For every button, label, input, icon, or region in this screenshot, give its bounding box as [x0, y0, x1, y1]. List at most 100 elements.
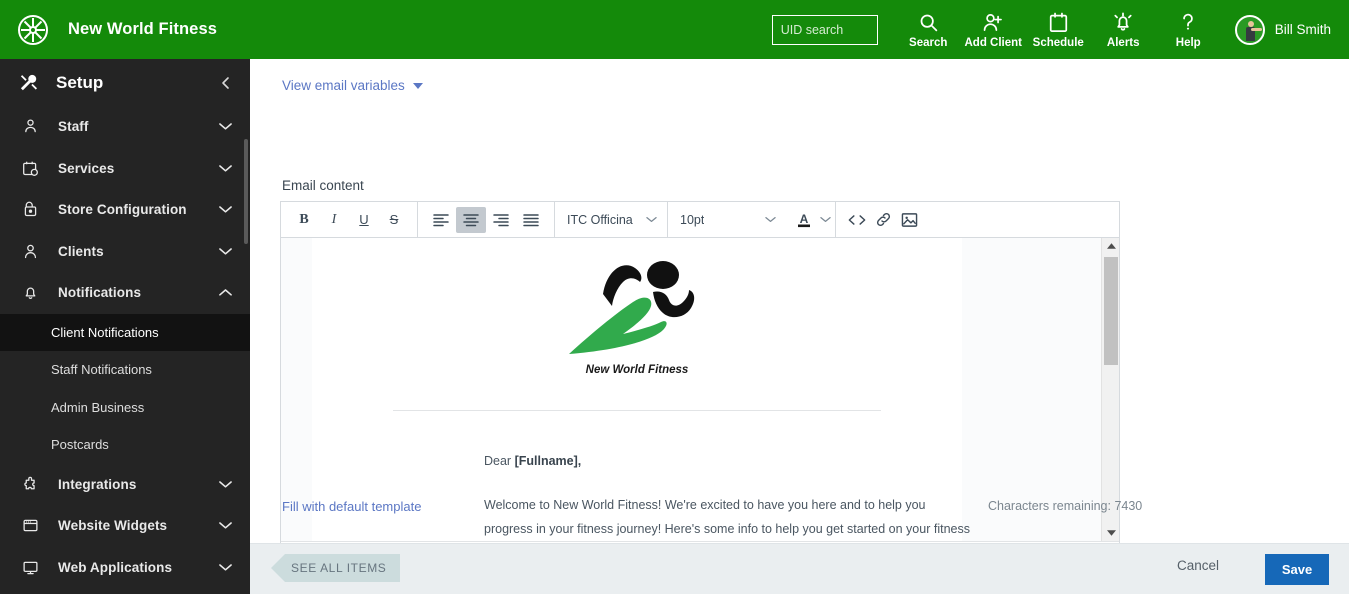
bell-ring-icon: [1112, 10, 1134, 34]
sidebar-item-services[interactable]: Services: [0, 148, 250, 190]
code-brackets-icon: [848, 213, 866, 227]
app-header: New World Fitness Search Add Client: [0, 0, 1349, 59]
scrollbar-thumb[interactable]: [1104, 257, 1118, 365]
toolbar-divider: [835, 201, 836, 238]
person-icon: [22, 243, 42, 260]
bold-label: B: [299, 211, 309, 227]
sidebar-item-staff[interactable]: Staff: [0, 106, 250, 148]
email-paragraph: Welcome to New World Fitness! We're exci…: [484, 498, 970, 536]
editor-vertical-scrollbar[interactable]: [1101, 238, 1119, 541]
cancel-button[interactable]: Cancel: [1177, 558, 1219, 573]
font-size-value: 10pt: [680, 212, 705, 227]
chevron-down-icon: [820, 216, 831, 223]
sidebar-item-web-applications[interactable]: Web Applications: [0, 547, 250, 589]
bold-button[interactable]: B: [289, 207, 319, 233]
main-content: View email variables Email content B I U…: [250, 59, 1349, 594]
align-left-button[interactable]: [426, 207, 456, 233]
monitor-icon: [22, 559, 42, 576]
header-schedule-button[interactable]: Schedule: [1026, 5, 1091, 55]
email-greeting: Dear [Fullname],: [484, 449, 972, 473]
sidebar-subitem-client-notifications[interactable]: Client Notifications: [0, 313, 250, 351]
chevron-down-icon: [219, 480, 232, 489]
calendar-icon: [1049, 10, 1068, 34]
page-gutter-right: [962, 238, 1101, 541]
italic-label: I: [331, 211, 337, 227]
svg-text:A: A: [800, 212, 809, 226]
sidebar-subitem-postcards[interactable]: Postcards: [0, 426, 250, 464]
header-help-button[interactable]: Help: [1156, 5, 1221, 55]
sidebar: Setup Staff Services Store Configuration…: [0, 59, 250, 594]
people-icon: [22, 118, 42, 135]
sidebar-scrollbar[interactable]: [244, 139, 248, 244]
user-menu[interactable]: Bill Smith: [1234, 14, 1331, 45]
header-alerts-label: Alerts: [1106, 37, 1140, 49]
underline-button[interactable]: U: [349, 207, 379, 233]
fill-with-default-template-link[interactable]: Fill with default template: [282, 499, 421, 514]
header-add-client-button[interactable]: Add Client: [961, 5, 1026, 55]
chevron-down-icon: [219, 521, 232, 530]
text-color-button[interactable]: A: [786, 211, 835, 229]
sidebar-item-label: Integrations: [58, 476, 137, 492]
email-page: New World Fitness Dear [Fullname], Welco…: [312, 238, 970, 541]
view-email-variables-label: View email variables: [282, 78, 405, 93]
see-all-items-button[interactable]: SEE ALL ITEMS: [271, 554, 401, 582]
sidebar-subitem-staff-notifications[interactable]: Staff Notifications: [0, 351, 250, 389]
person-plus-icon: [982, 10, 1004, 34]
underline-label: U: [359, 212, 369, 227]
image-icon: [901, 212, 918, 228]
brand-title: New World Fitness: [68, 20, 217, 38]
font-family-value: ITC Officina S...: [567, 212, 634, 227]
sidebar-subitem-admin-business[interactable]: Admin Business: [0, 389, 250, 427]
font-size-select[interactable]: 10pt: [668, 202, 786, 238]
font-family-select[interactable]: ITC Officina S...: [555, 202, 667, 238]
save-button[interactable]: Save: [1265, 554, 1329, 585]
puzzle-icon: [22, 476, 42, 493]
chevron-down-icon: [219, 563, 232, 572]
scroll-up-arrow-icon[interactable]: [1102, 238, 1120, 254]
chevron-down-icon: [219, 247, 232, 256]
italic-button[interactable]: I: [319, 207, 349, 233]
strikethrough-label: S: [389, 212, 399, 227]
align-center-icon: [463, 213, 479, 227]
sidebar-title: Setup: [56, 72, 104, 92]
source-code-button[interactable]: [844, 207, 870, 233]
brand-block[interactable]: New World Fitness: [0, 14, 310, 45]
chevron-down-icon: [219, 164, 232, 173]
chevron-down-icon: [219, 122, 232, 131]
scroll-down-arrow-icon[interactable]: [1102, 525, 1120, 541]
sidebar-item-label: Services: [58, 160, 115, 176]
sidebar-item-label: Website Widgets: [58, 518, 168, 534]
sidebar-item-clients[interactable]: Clients: [0, 231, 250, 273]
header-alerts-button[interactable]: Alerts: [1091, 5, 1156, 55]
sidebar-header[interactable]: Setup: [0, 59, 250, 106]
characters-remaining: Characters remaining: 7430: [988, 499, 1143, 513]
align-left-icon: [433, 213, 449, 227]
sidebar-item-label: Notifications: [58, 285, 142, 301]
running-figure-logo-icon: [557, 248, 717, 366]
strikethrough-button[interactable]: S: [379, 207, 409, 233]
align-right-button[interactable]: [486, 207, 516, 233]
header-actions: Search Add Client Schedule: [771, 0, 1349, 59]
sidebar-item-integrations[interactable]: Integrations: [0, 464, 250, 506]
view-email-variables-link[interactable]: View email variables: [282, 78, 423, 93]
page-gutter-left: [281, 238, 312, 541]
sidebar-item-label: Store Configuration: [58, 202, 187, 218]
email-body-editable[interactable]: New World Fitness Dear [Fullname], Welco…: [281, 238, 1119, 541]
header-search-label: Search: [909, 37, 948, 49]
sidebar-item-label: Web Applications: [58, 559, 173, 575]
header-add-client-label: Add Client: [964, 37, 1022, 49]
insert-image-button[interactable]: [896, 207, 922, 233]
align-center-button[interactable]: [456, 206, 486, 233]
insert-link-button[interactable]: [870, 207, 896, 233]
sidebar-item-website-widgets[interactable]: Website Widgets: [0, 505, 250, 547]
uid-search-input[interactable]: [771, 14, 878, 45]
header-search-button[interactable]: Search: [896, 5, 961, 55]
sidebar-item-notifications[interactable]: Notifications: [0, 272, 250, 314]
sidebar-item-label: Clients: [58, 243, 104, 259]
calendar-clock-icon: [22, 160, 42, 177]
toolbar-align-group: [418, 202, 554, 238]
chevron-left-icon[interactable]: [220, 76, 232, 90]
sidebar-item-store-configuration[interactable]: Store Configuration: [0, 189, 250, 231]
align-justify-button[interactable]: [516, 207, 546, 233]
tools-icon: [20, 74, 40, 92]
